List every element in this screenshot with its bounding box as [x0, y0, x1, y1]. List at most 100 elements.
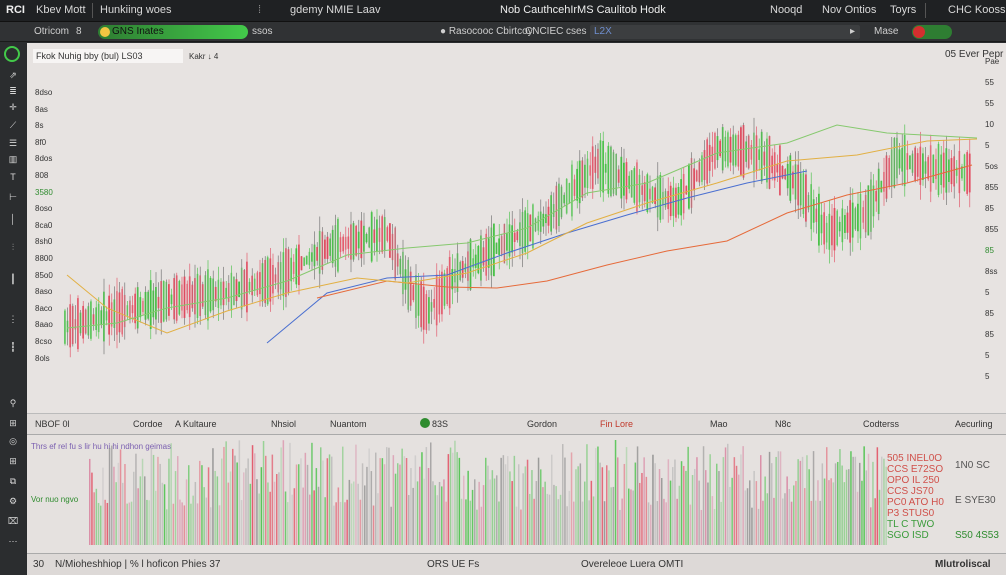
volume-bar	[185, 479, 188, 545]
measure-icon[interactable]: ┇	[6, 342, 20, 352]
volume-bar	[163, 484, 166, 545]
candle-body	[922, 153, 924, 180]
volume-bar	[278, 472, 280, 545]
candle-body	[373, 229, 376, 243]
toolbar-item-6[interactable]: cses	[566, 26, 587, 37]
text-icon[interactable]: T	[6, 172, 20, 182]
candle-body	[898, 149, 901, 169]
lock-icon[interactable]: ⊞	[6, 418, 20, 428]
power-icon[interactable]	[4, 46, 20, 62]
candle-body	[649, 188, 651, 200]
settings-icon[interactable]: ⚙	[6, 496, 20, 506]
strip-item-11[interactable]: Codterss	[863, 419, 899, 429]
toolbar-item-1[interactable]: Otricom	[34, 26, 69, 37]
volume-bar	[804, 488, 806, 545]
volume-bar	[152, 454, 155, 545]
volume-bar	[183, 505, 186, 545]
candle-body	[932, 154, 935, 183]
candle-body	[240, 267, 243, 310]
symbol-pill[interactable]: GNS Inates	[98, 25, 248, 39]
volume-bar	[705, 470, 707, 545]
volume-bar	[496, 475, 498, 545]
toolbar-item-8[interactable]: Mase	[874, 26, 898, 37]
volume-bar	[346, 499, 348, 545]
vertical-line-icon[interactable]: │	[6, 214, 20, 224]
menu-item-6[interactable]: Toyrs	[890, 4, 916, 16]
fibonacci-icon[interactable]: ⫶	[6, 242, 20, 252]
candle-body	[272, 264, 274, 294]
strip-item-7[interactable]: Gordon	[527, 419, 557, 429]
volume-bar	[467, 470, 469, 545]
strip-item-12[interactable]: Aecurling	[955, 419, 993, 429]
strip-item-3[interactable]: A Kultaure	[175, 419, 217, 429]
search-input[interactable]	[590, 25, 860, 39]
ruler-icon[interactable]: ⊢	[6, 192, 20, 202]
menu-item-3[interactable]: gdemy NMIE Laav	[290, 4, 380, 16]
menu-item-2[interactable]: Hunkiing woes	[100, 4, 172, 16]
volume-bar	[511, 481, 513, 545]
volume-bar	[130, 501, 133, 545]
toolbar-item-3[interactable]: ssos	[252, 26, 273, 37]
candle-body	[162, 281, 165, 322]
volume-bar	[881, 456, 883, 545]
candle-body	[329, 238, 331, 256]
layers-icon[interactable]: ⧉	[6, 476, 20, 486]
brush-icon[interactable]: ┃	[6, 274, 20, 284]
more-icon[interactable]: ⋯	[6, 536, 20, 546]
volume-bar	[309, 494, 311, 545]
candle-body	[857, 203, 859, 232]
menu-item-4[interactable]: Nooqd	[770, 4, 802, 16]
strip-item-9[interactable]: Mao	[710, 419, 728, 429]
volume-bar	[306, 464, 309, 545]
list-icon[interactable]: ≣	[6, 86, 20, 96]
toolbar-item-7[interactable]: L2X	[594, 26, 612, 37]
crosshair-icon[interactable]: ✛	[6, 102, 20, 112]
volume-panel[interactable]: Thrs ef rel fu s lir hu hi hi ndhon geim…	[27, 435, 1006, 553]
toolbar-item-5[interactable]: CNCIEC	[525, 26, 563, 37]
volume-bar	[876, 447, 879, 545]
strip-item-2[interactable]: Cordoe	[133, 419, 163, 429]
arrow-icon[interactable]: ⇗	[6, 70, 20, 80]
scroll-arrow-icon[interactable]: ▸	[850, 26, 855, 37]
candle-body	[745, 141, 747, 162]
volume-bar	[480, 506, 483, 545]
volume-bar	[628, 488, 630, 545]
volume-bar	[102, 467, 104, 545]
volume-bar	[551, 454, 553, 545]
volume-bar	[498, 501, 500, 545]
toolbar-item-4[interactable]: ● Rasocooc Cbirtcoy	[440, 26, 533, 37]
grid-icon[interactable]: ⊞	[6, 456, 20, 466]
toolbar-item-2[interactable]: 8	[76, 26, 82, 37]
strip-item-6[interactable]: 83S	[432, 419, 448, 429]
volume-bar	[698, 480, 700, 545]
bars-icon[interactable]: ▥	[6, 154, 20, 164]
menu-item-1[interactable]: Kbev Mott	[36, 4, 86, 16]
zoom-icon[interactable]: ⋮	[6, 314, 20, 324]
magnet-icon[interactable]: ⚲	[6, 398, 20, 408]
volume-bar	[595, 448, 597, 545]
volume-bar	[350, 483, 353, 545]
candle-body	[797, 164, 799, 206]
menu-item-5[interactable]: Nov Ontios	[822, 4, 876, 16]
strip-item-4[interactable]: Nhsiol	[271, 419, 296, 429]
candle-body	[927, 157, 929, 180]
volume-bar	[795, 480, 797, 545]
candle-body	[279, 262, 282, 290]
volume-bar	[117, 462, 120, 545]
record-toggle[interactable]	[912, 25, 952, 39]
strip-item-5[interactable]: Nuantom	[330, 419, 367, 429]
strip-item-1[interactable]: NBOF 0l	[35, 419, 70, 429]
menu-icon[interactable]: ☰	[6, 138, 20, 148]
volume-bar	[564, 457, 566, 545]
candle-body	[368, 227, 370, 248]
volume-bar	[434, 485, 436, 545]
volume-bar	[592, 496, 595, 545]
price-chart-panel[interactable]: Fkok Nuhig bby (bul) LS03 Kakr ↓ 4 05 Ev…	[27, 43, 1006, 413]
volume-bar	[124, 464, 126, 545]
menu-item-7[interactable]: CHC Kooss	[948, 4, 1005, 16]
trash-icon[interactable]: ⌧	[6, 516, 20, 526]
strip-item-10[interactable]: N8c	[775, 419, 791, 429]
trendline-icon[interactable]: ⟋	[6, 120, 20, 130]
strip-item-8[interactable]: Fin Lore	[600, 419, 633, 429]
eye-icon[interactable]: ◎	[6, 436, 20, 446]
